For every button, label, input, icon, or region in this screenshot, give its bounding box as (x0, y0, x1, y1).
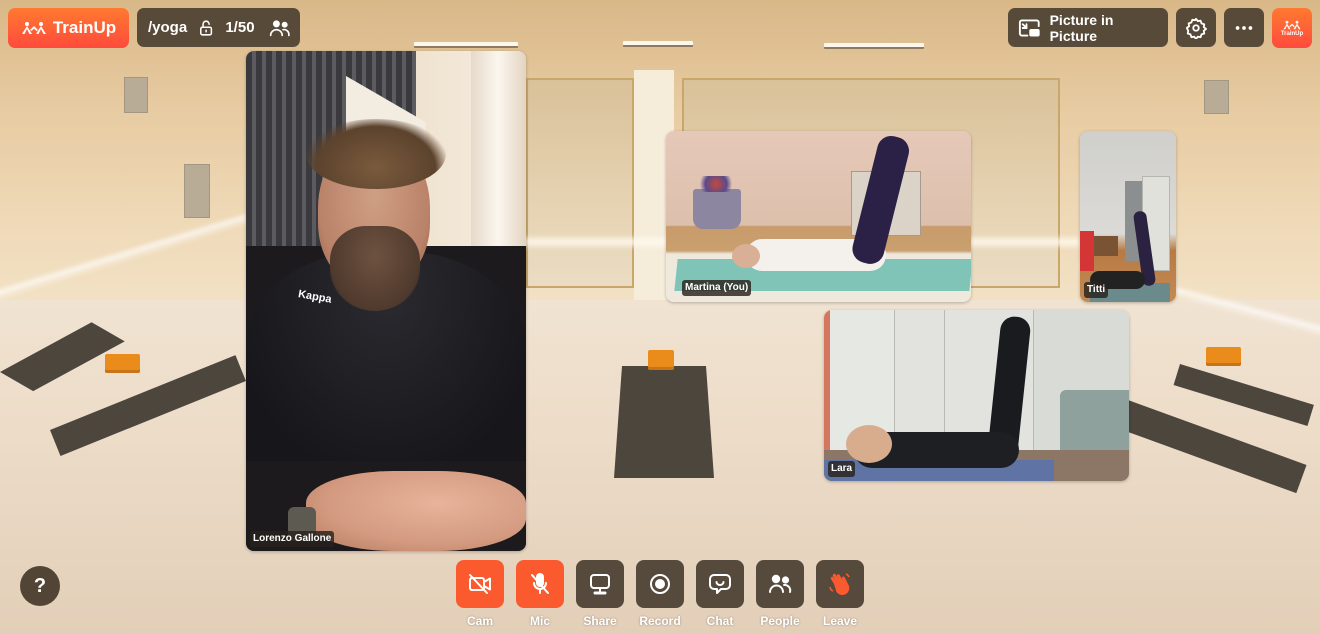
video-feed: Kappa (246, 51, 526, 551)
settings-button[interactable] (1176, 8, 1216, 47)
mic-off-icon (531, 573, 549, 594)
video-tile-lorenzo[interactable]: Kappa Lorenzo Gallone (246, 51, 526, 551)
room-name: /yoga (148, 19, 188, 36)
cam-control[interactable]: Cam (456, 560, 504, 628)
ceiling-light (414, 42, 518, 48)
people-icon (769, 574, 792, 593)
video-feed (1080, 131, 1176, 302)
share-label: Share (583, 614, 617, 628)
chat-button[interactable] (696, 560, 744, 608)
video-tile-titti[interactable]: Titti (1080, 131, 1176, 302)
record-icon (650, 574, 670, 594)
room-info-bar: /yoga 1/50 (137, 8, 300, 47)
brand-logo-button[interactable]: TrainUp (8, 8, 129, 48)
record-label: Record (639, 614, 681, 628)
share-button[interactable] (576, 560, 624, 608)
wave-hand-icon (829, 573, 850, 596)
participant-name-tag: Martina (You) (682, 280, 752, 296)
video-tile-martina-self[interactable]: Martina (You) (666, 131, 971, 302)
leave-label: Leave (822, 614, 858, 628)
monitor-icon (590, 574, 610, 595)
video-tile-lara[interactable]: Lara (824, 310, 1129, 481)
record-control[interactable]: Record (636, 560, 684, 628)
share-control[interactable]: Share (576, 560, 624, 628)
yoga-block (105, 354, 140, 373)
leave-button[interactable] (816, 560, 864, 608)
chat-control[interactable]: Chat (696, 560, 744, 628)
account-avatar[interactable]: TrainUp (1272, 8, 1312, 48)
yoga-mat (614, 366, 714, 478)
ceiling-light (623, 41, 693, 47)
help-button[interactable]: ? (20, 566, 60, 606)
cam-label: Cam (466, 614, 493, 628)
picture-in-picture-label: Picture in Picture (1049, 11, 1114, 44)
participant-name-tag: Titti (1084, 282, 1109, 298)
gear-icon (1185, 17, 1207, 39)
mic-control[interactable]: Mic (516, 560, 564, 628)
record-button[interactable] (636, 560, 684, 608)
kappa-logo-icon (1283, 20, 1301, 29)
more-horizontal-icon (1235, 25, 1253, 30)
chat-icon (709, 574, 731, 594)
participant-count: 1/50 (225, 19, 255, 36)
video-feed (824, 310, 1129, 481)
mic-label: Mic (529, 614, 550, 628)
call-controls-bar: Cam Mic Share Record Chat People Leave (456, 560, 864, 628)
chat-label: Chat (706, 614, 734, 628)
kappa-logo-icon (21, 22, 46, 34)
picture-in-picture-icon (1018, 19, 1040, 36)
participant-name-tag: Lara (828, 461, 856, 477)
help-icon: ? (33, 574, 47, 597)
leave-control[interactable]: Leave (816, 560, 864, 628)
cam-button[interactable] (456, 560, 504, 608)
video-feed (666, 131, 971, 302)
brand-name: TrainUp (52, 18, 117, 37)
wall-vent (124, 77, 148, 113)
people-icon[interactable] (269, 17, 290, 39)
mic-button[interactable] (516, 560, 564, 608)
ceiling-light (824, 43, 924, 49)
picture-in-picture-button[interactable]: Picture in Picture (1008, 8, 1168, 47)
wall-vent (1204, 80, 1229, 114)
people-control[interactable]: People (756, 560, 804, 628)
studio-mirror-left (526, 78, 634, 288)
yoga-block (648, 350, 674, 370)
people-label: People (760, 614, 800, 628)
camera-off-icon (469, 574, 491, 594)
more-options-button[interactable] (1224, 8, 1264, 47)
people-button[interactable] (756, 560, 804, 608)
wall-panel (184, 164, 210, 218)
unlock-icon[interactable] (197, 17, 215, 39)
participant-name-tag: Lorenzo Gallone (250, 531, 335, 547)
avatar-label: TrainUp (1280, 30, 1304, 37)
yoga-block (1206, 347, 1241, 366)
